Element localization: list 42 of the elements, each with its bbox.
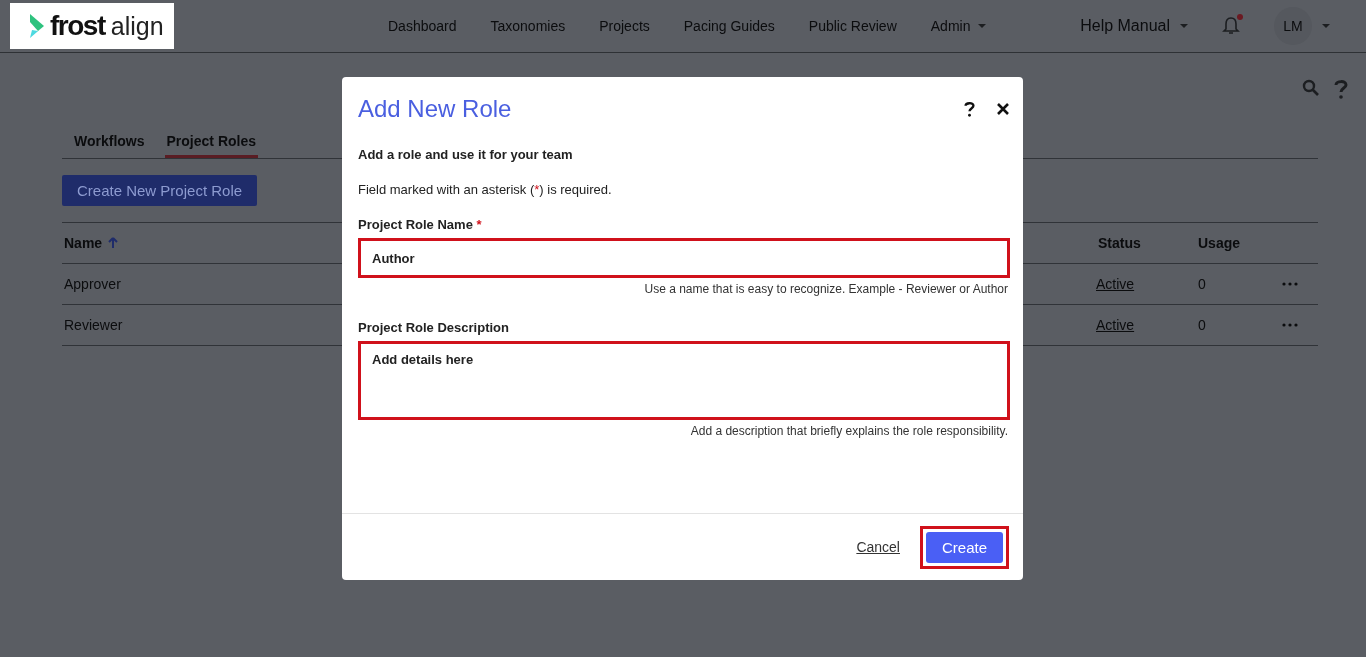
table-cell-text: 0 [1197,276,1206,292]
table-cell-text: Reviewer [63,317,123,333]
field-hint: Add a description that briefly explains the role responsibility. [689,424,1008,438]
help-icon[interactable] [964,101,975,117]
nav-link[interactable]: Admin [930,18,987,34]
dialog-subtitle: Add a role and use it for your team [358,147,574,162]
logo-text: frost [50,10,105,42]
close-icon[interactable] [997,103,1009,115]
required-note: Field marked with an asterisk (*) is required. [358,182,613,197]
help-menu[interactable]: Help Manual [1080,17,1188,35]
column-header[interactable]: Status [1096,235,1141,251]
dialog-title: Add New Role [358,95,512,123]
search-icon[interactable] [1302,79,1320,97]
table-cell-text: Approver [63,276,121,292]
nav-link[interactable]: Taxonomies [490,18,566,34]
field-label: Project Role Name * [358,217,483,232]
logo[interactable]: frost align [10,3,174,49]
tab[interactable]: Workflows [72,133,147,158]
caret-icon [1322,24,1330,28]
name-field[interactable]: Author [358,238,1010,278]
caret-icon [1180,24,1188,28]
tab[interactable]: Project Roles [164,133,258,158]
more-options-icon[interactable] [1282,282,1298,286]
nav-link[interactable]: Projects [599,18,650,34]
nav-link[interactable]: Public Review [808,18,897,34]
notification-bell-icon[interactable] [1222,16,1240,36]
caret-icon [978,24,987,28]
logo-text: align [110,11,164,41]
status-link[interactable]: Active [1096,276,1135,292]
create-button[interactable]: Create [925,531,1003,563]
status-link[interactable]: Active [1096,317,1135,333]
field-hint: Use a name that is easy to recognize. Example - Reviewer or Author [643,282,1008,296]
nav-link[interactable]: Pacing Guides [683,18,775,34]
cancel-link[interactable]: Cancel [856,539,900,555]
create-role-button[interactable]: Create New Project Role [62,175,258,206]
column-header[interactable]: Usage [1196,235,1241,251]
column-header[interactable]: Name [62,235,119,251]
description-field[interactable]: Add details here [358,341,1010,420]
nav-link[interactable]: Dashboard [388,18,457,34]
field-label: Project Role Description [358,320,510,335]
table-cell-text: 0 [1197,317,1206,333]
more-options-icon[interactable] [1282,323,1298,327]
